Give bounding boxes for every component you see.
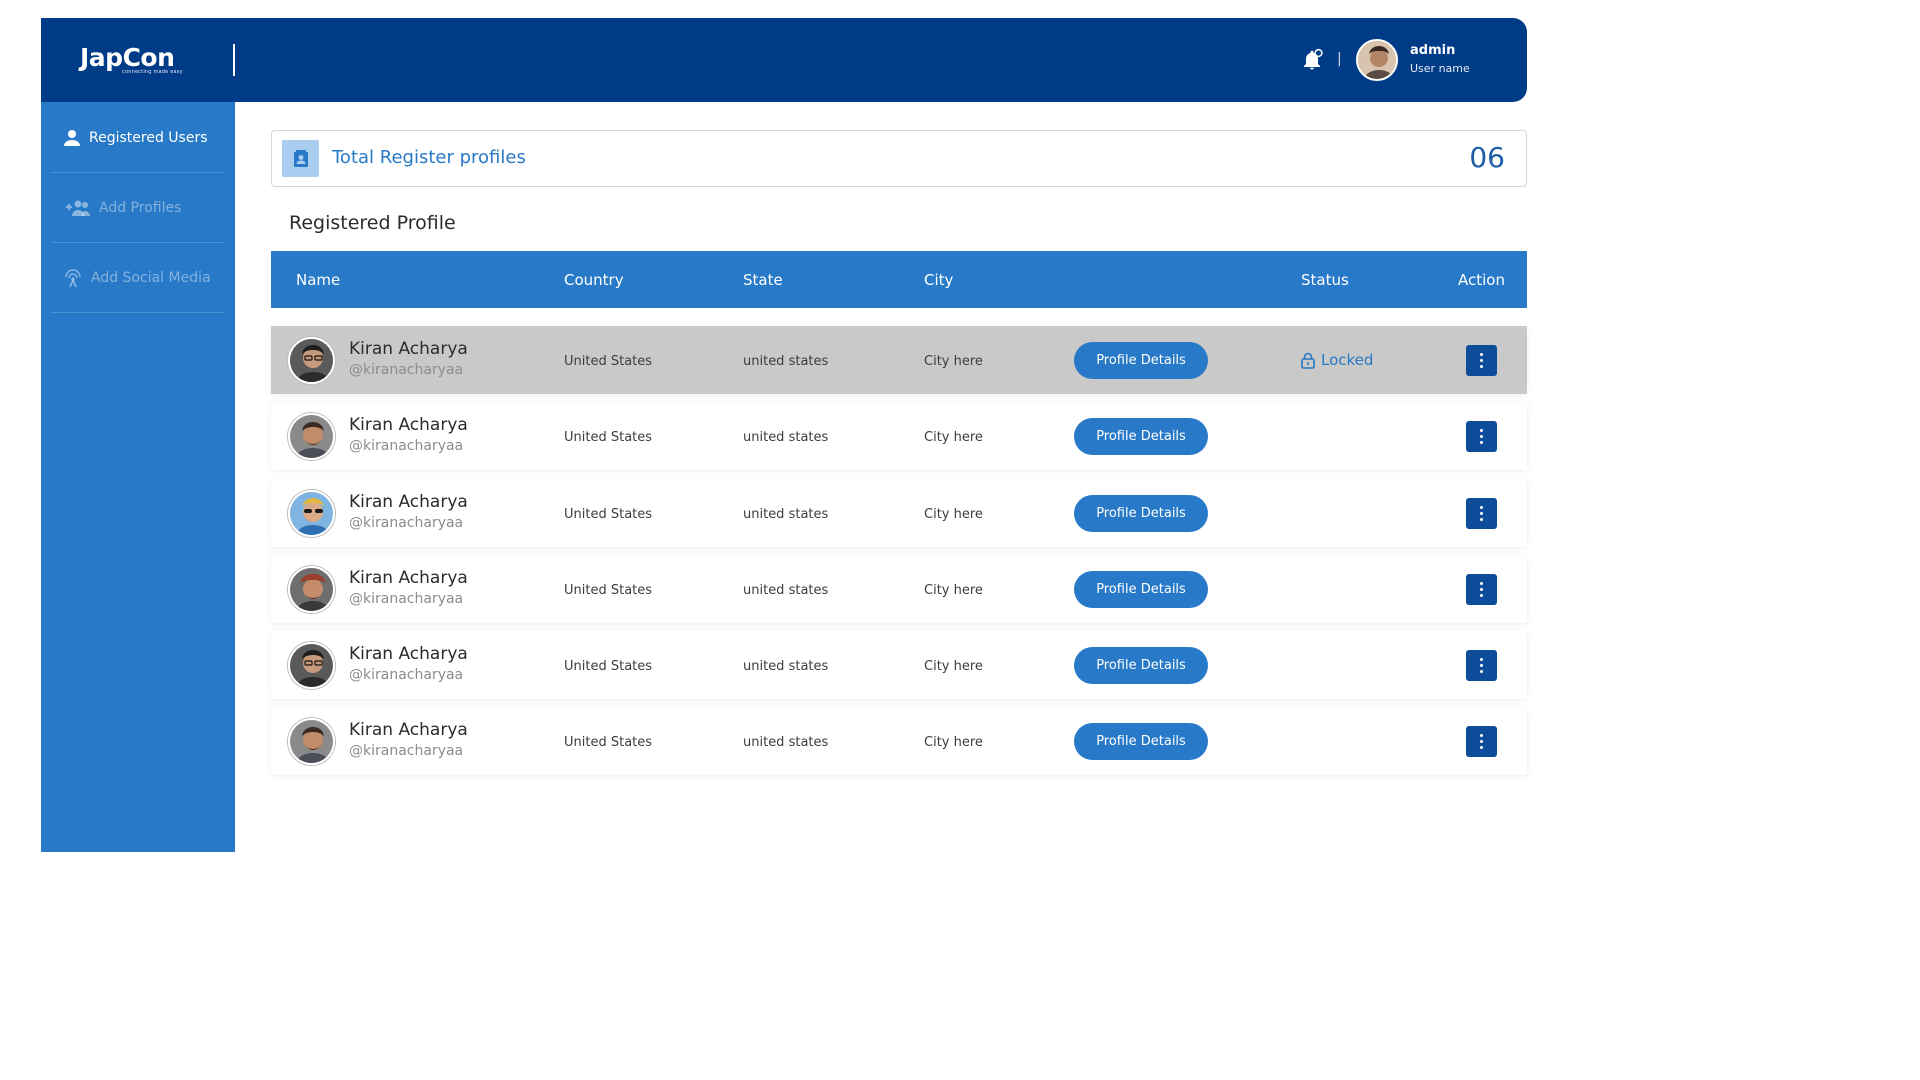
- more-options-button[interactable]: [1466, 650, 1497, 681]
- user-name: Kiran Acharya: [349, 339, 468, 359]
- logo-divider: [233, 44, 235, 76]
- table-row[interactable]: Kiran Acharya @kiranacharyaa United Stat…: [271, 479, 1527, 547]
- admin-avatar[interactable]: [1356, 39, 1398, 81]
- cell-country: United States: [564, 507, 653, 522]
- user-name: Kiran Acharya: [349, 720, 468, 740]
- cell-country: United States: [564, 659, 653, 674]
- app-logo[interactable]: JapCon: [80, 43, 175, 72]
- status-label: Locked: [1321, 351, 1374, 369]
- column-header-status: Status: [1301, 271, 1349, 289]
- profile-details-button[interactable]: Profile Details: [1074, 495, 1208, 532]
- avatar: [288, 642, 335, 689]
- sidebar-item-label: Add Profiles: [99, 199, 182, 216]
- table-row[interactable]: Kiran Acharya @kiranacharyaa United Stat…: [271, 326, 1527, 394]
- total-profiles-label: Total Register profiles: [332, 147, 526, 168]
- cell-country: United States: [564, 430, 653, 445]
- cell-city: City here: [924, 354, 983, 369]
- avatar: [288, 718, 335, 765]
- total-profiles-card: Total Register profiles 06: [271, 130, 1527, 187]
- cell-state: united states: [743, 735, 829, 750]
- broadcast-icon: [65, 268, 81, 287]
- admin-subtitle: User name: [1410, 62, 1470, 75]
- more-options-button[interactable]: [1466, 726, 1497, 757]
- sidebar-item-add-social-media[interactable]: Add Social Media: [51, 243, 224, 313]
- column-header-state: State: [743, 271, 783, 289]
- cell-city: City here: [924, 430, 983, 445]
- avatar: [288, 413, 335, 460]
- column-header-name: Name: [296, 271, 341, 289]
- cell-state: united states: [743, 659, 829, 674]
- user-name: Kiran Acharya: [349, 568, 468, 588]
- profile-details-button[interactable]: Profile Details: [1074, 342, 1208, 379]
- table-header: Name Country State City Status Action: [271, 251, 1527, 308]
- user-handle: @kiranacharyaa: [349, 362, 464, 378]
- cell-city: City here: [924, 735, 983, 750]
- user-name: Kiran Acharya: [349, 492, 468, 512]
- more-options-button[interactable]: [1466, 421, 1497, 452]
- column-header-action: Action: [1458, 271, 1505, 289]
- header-separator: |: [1337, 51, 1342, 67]
- avatar: [288, 566, 335, 613]
- user-handle: @kiranacharyaa: [349, 591, 464, 607]
- user-handle: @kiranacharyaa: [349, 515, 464, 531]
- sidebar-item-label: Add Social Media: [91, 269, 211, 286]
- table-row[interactable]: Kiran Acharya @kiranacharyaa United Stat…: [271, 631, 1527, 699]
- lock-icon: [1301, 352, 1315, 369]
- cell-country: United States: [564, 583, 653, 598]
- more-options-button[interactable]: [1466, 498, 1497, 529]
- cell-city: City here: [924, 583, 983, 598]
- cell-state: united states: [743, 430, 829, 445]
- sidebar-item-add-profiles[interactable]: Add Profiles: [51, 173, 224, 243]
- user-handle: @kiranacharyaa: [349, 743, 464, 759]
- user-name: Kiran Acharya: [349, 415, 468, 435]
- cell-state: united states: [743, 583, 829, 598]
- avatar: [288, 337, 335, 384]
- column-header-country: Country: [564, 271, 624, 289]
- notification-bell-icon[interactable]: [1300, 48, 1324, 72]
- table-row[interactable]: Kiran Acharya @kiranacharyaa United Stat…: [271, 402, 1527, 470]
- table-row[interactable]: Kiran Acharya @kiranacharyaa United Stat…: [271, 707, 1527, 775]
- profile-details-button[interactable]: Profile Details: [1074, 571, 1208, 608]
- more-options-button[interactable]: [1466, 345, 1497, 376]
- column-header-city: City: [924, 271, 954, 289]
- cell-country: United States: [564, 354, 653, 369]
- cell-state: united states: [743, 354, 829, 369]
- section-title: Registered Profile: [289, 212, 456, 234]
- cell-city: City here: [924, 659, 983, 674]
- admin-name: admin: [1410, 43, 1456, 58]
- user-handle: @kiranacharyaa: [349, 438, 464, 454]
- cell-state: united states: [743, 507, 829, 522]
- user-icon: [64, 129, 80, 146]
- user-handle: @kiranacharyaa: [349, 667, 464, 683]
- profile-details-button[interactable]: Profile Details: [1074, 418, 1208, 455]
- user-name: Kiran Acharya: [349, 644, 468, 664]
- add-users-icon: [66, 200, 90, 216]
- sidebar-item-label: Registered Users: [89, 129, 208, 146]
- sidebar-item-registered-users[interactable]: Registered Users: [51, 103, 224, 173]
- cell-country: United States: [564, 735, 653, 750]
- cell-city: City here: [924, 507, 983, 522]
- status-badge: Locked: [1301, 351, 1373, 369]
- more-options-button[interactable]: [1466, 574, 1497, 605]
- sidebar: Registered Users Add Profiles Add Social…: [41, 102, 235, 852]
- logo-tagline: connecting made easy: [122, 69, 183, 75]
- profile-details-button[interactable]: Profile Details: [1074, 647, 1208, 684]
- profile-details-button[interactable]: Profile Details: [1074, 723, 1208, 760]
- top-bar: JapCon connecting made easy | admin User…: [41, 18, 1527, 102]
- avatar: [288, 490, 335, 537]
- contact-card-icon: [282, 140, 319, 177]
- table-row[interactable]: Kiran Acharya @kiranacharyaa United Stat…: [271, 555, 1527, 623]
- total-profiles-count: 06: [1469, 141, 1505, 174]
